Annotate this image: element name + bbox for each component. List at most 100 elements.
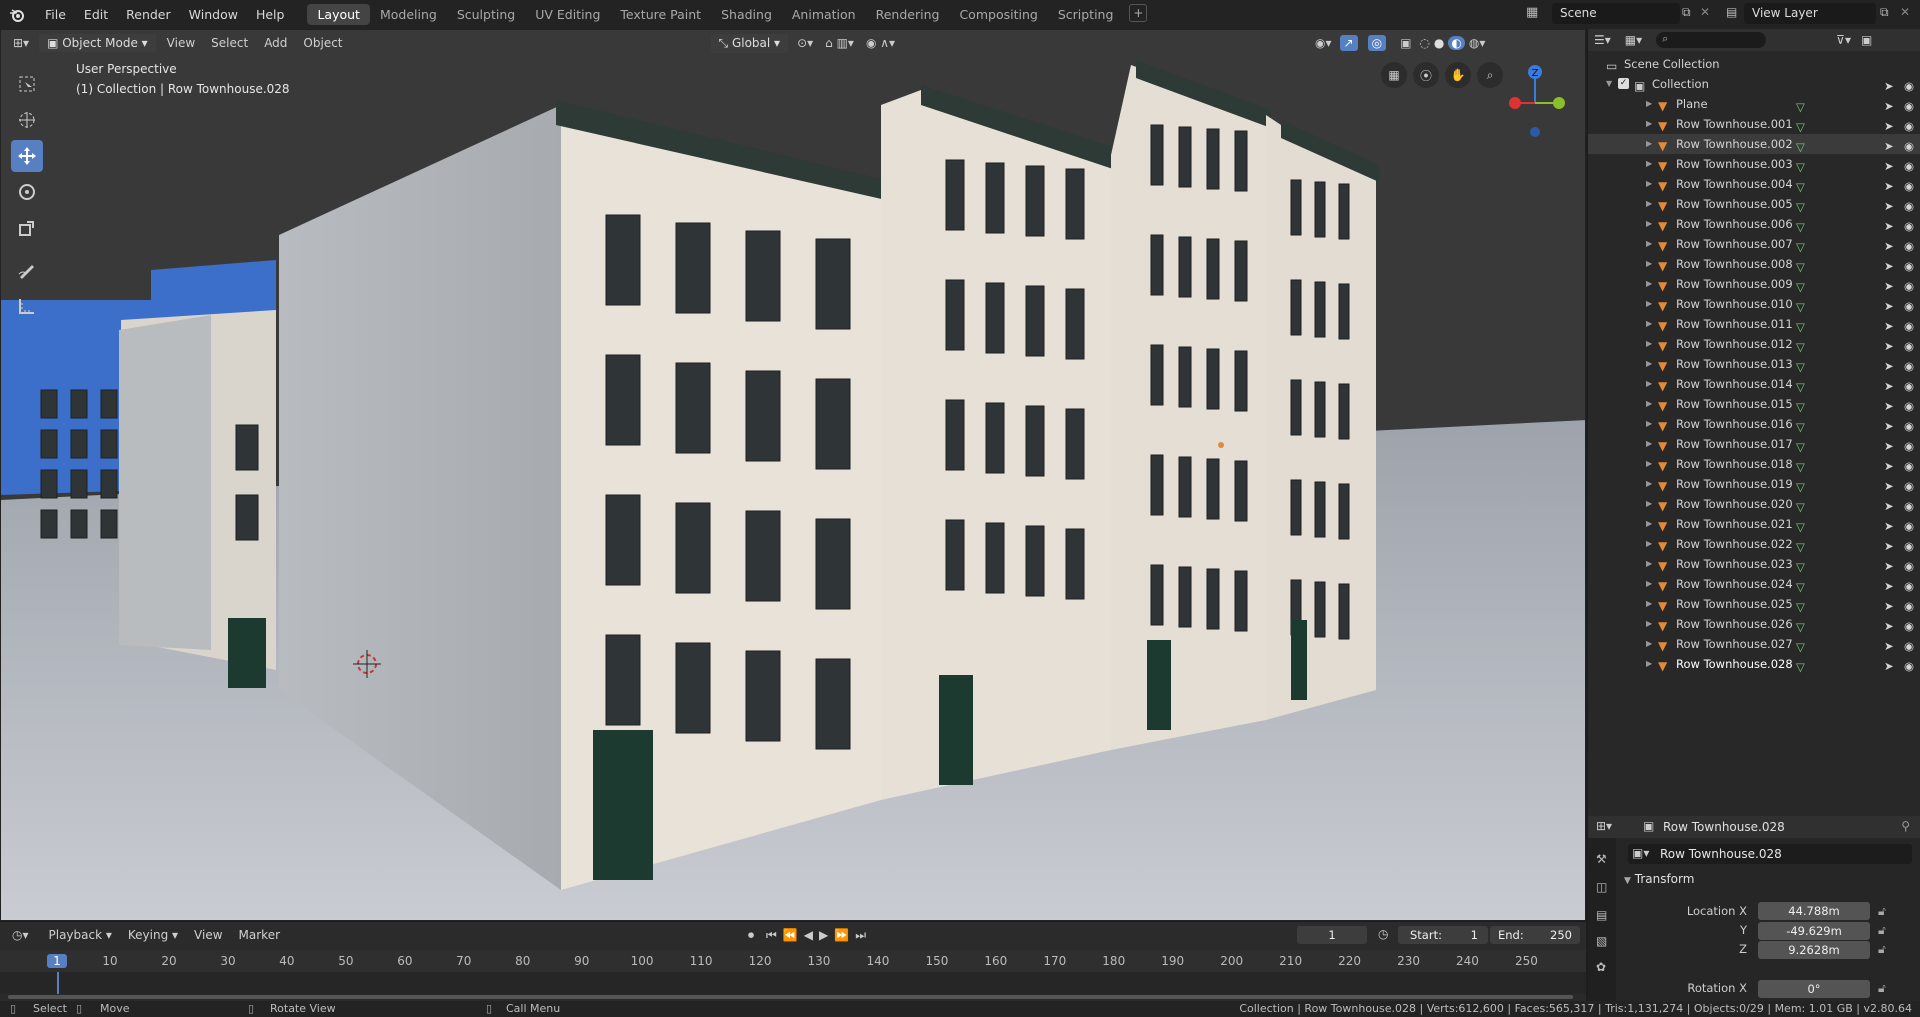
object-name-field[interactable]: ▣▾ Row Townhouse.028 xyxy=(1628,844,1912,864)
camera-view-icon[interactable]: ⦿ xyxy=(1413,62,1439,88)
gizmo-toggle-icon[interactable]: ↗ xyxy=(1339,35,1358,51)
selectable-icon[interactable]: ➤ xyxy=(1884,556,1894,576)
wireframe-shading-icon[interactable]: ◌ xyxy=(1419,36,1429,50)
selectable-icon[interactable]: ➤ xyxy=(1884,636,1894,656)
selectable-icon[interactable]: ➤ xyxy=(1884,436,1894,456)
play-reverse-icon[interactable]: ◀ xyxy=(804,928,813,942)
outliner-item[interactable]: ▶ ▼ Row Townhouse.017 ▽ ➤ ◉ xyxy=(1588,434,1920,454)
outliner-item[interactable]: ▶ ▼ Row Townhouse.012 ▽ ➤ ◉ xyxy=(1588,334,1920,354)
menu-help[interactable]: Help xyxy=(247,7,294,22)
eye-icon[interactable]: ◉ xyxy=(1904,76,1914,96)
mesh-data-icon[interactable]: ▽ xyxy=(1796,657,1805,677)
outliner-item[interactable]: ▶ ▼ Row Townhouse.008 ▽ ➤ ◉ xyxy=(1588,254,1920,274)
expand-arrow-icon[interactable]: ▶ xyxy=(1646,494,1652,514)
move-tool-icon[interactable] xyxy=(11,140,43,172)
end-frame-field[interactable]: End: 250 xyxy=(1490,926,1580,944)
tab-compositing[interactable]: Compositing xyxy=(949,4,1047,25)
scale-tool-icon[interactable] xyxy=(11,212,43,244)
object-data-icon[interactable]: ▣ xyxy=(1643,819,1654,833)
scene-tab-icon[interactable]: ✿ xyxy=(1596,960,1606,974)
new-scene-icon[interactable]: ⧉ xyxy=(1682,5,1691,20)
expand-arrow-icon[interactable]: ▶ xyxy=(1646,654,1652,674)
timeline-editor-icon[interactable]: ◷▾ xyxy=(12,928,29,942)
add-menu[interactable]: Add xyxy=(256,36,295,50)
selectable-icon[interactable]: ➤ xyxy=(1884,536,1894,556)
selectable-icon[interactable]: ➤ xyxy=(1884,376,1894,396)
selectable-icon[interactable]: ➤ xyxy=(1884,596,1894,616)
expand-arrow-icon[interactable]: ▶ xyxy=(1646,354,1652,374)
next-keyframe-icon[interactable]: ⏩ xyxy=(834,928,849,942)
select-menu[interactable]: Select xyxy=(203,36,256,50)
eye-icon[interactable]: ◉ xyxy=(1904,556,1914,576)
expand-arrow-icon[interactable]: ▶ xyxy=(1646,194,1652,214)
delete-view-layer-icon[interactable]: ✕ xyxy=(1900,5,1910,19)
selectable-icon[interactable]: ➤ xyxy=(1884,356,1894,376)
outliner-item[interactable]: ▶ ▼ Row Townhouse.014 ▽ ➤ ◉ xyxy=(1588,374,1920,394)
exclude-checkbox[interactable]: ✓ xyxy=(1618,78,1629,89)
tab-scripting[interactable]: Scripting xyxy=(1048,4,1124,25)
eye-icon[interactable]: ◉ xyxy=(1904,416,1914,436)
outliner-item[interactable]: ▶ ▼ Row Townhouse.026 ▽ ➤ ◉ xyxy=(1588,614,1920,634)
outliner-item[interactable]: ▶ ▼ Row Townhouse.028 ▽ ➤ ◉ xyxy=(1588,654,1920,674)
expand-arrow-icon[interactable]: ▶ xyxy=(1646,534,1652,554)
timeline-view-menu[interactable]: View xyxy=(186,928,230,942)
view-layer-tab-icon[interactable]: ▧ xyxy=(1596,934,1607,948)
rotation-x-field[interactable]: 0° xyxy=(1758,980,1870,998)
expand-arrow-icon[interactable]: ▶ xyxy=(1646,274,1652,294)
menu-window[interactable]: Window xyxy=(180,7,247,22)
tab-modeling[interactable]: Modeling xyxy=(370,4,447,25)
expand-arrow-icon[interactable]: ▶ xyxy=(1646,314,1652,334)
eye-icon[interactable]: ◉ xyxy=(1904,156,1914,176)
properties-editor-icon[interactable]: ⊞▾ xyxy=(1596,819,1612,833)
tab-shading[interactable]: Shading xyxy=(711,4,782,25)
frame-ruler[interactable]: 1 10 20 30 40 50 60 70 80 90 100 110 120 130 140 150 160… xyxy=(0,950,1586,972)
expand-arrow-icon[interactable]: ▶ xyxy=(1646,334,1652,354)
lock-icon[interactable]: 🔓︎ xyxy=(1878,923,1886,938)
expand-arrow-icon[interactable]: ▶ xyxy=(1646,234,1652,254)
outliner-item[interactable]: ▶ ▼ Row Townhouse.009 ▽ ➤ ◉ xyxy=(1588,274,1920,294)
jump-start-icon[interactable]: ⏮ xyxy=(766,928,777,943)
selectable-icon[interactable]: ➤ xyxy=(1884,496,1894,516)
grid-view-icon[interactable]: ▦ xyxy=(1381,62,1407,88)
rendered-shading-icon[interactable]: ◍▾ xyxy=(1469,36,1486,50)
outliner-item[interactable]: ▶ ▼ Row Townhouse.006 ▽ ➤ ◉ xyxy=(1588,214,1920,234)
transform-panel-header[interactable]: ▼ Transform xyxy=(1624,872,1920,892)
pan-hand-icon[interactable]: ✋ xyxy=(1445,62,1471,88)
selectable-icon[interactable]: ➤ xyxy=(1884,416,1894,436)
3d-viewport[interactable]: ⊞▾ ▣ Object Mode ▾ View Select Add Objec… xyxy=(0,29,1586,921)
xray-icon[interactable]: ▣ xyxy=(1400,36,1411,50)
menu-file[interactable]: File xyxy=(36,7,75,22)
tab-texture-paint[interactable]: Texture Paint xyxy=(610,4,711,25)
eye-icon[interactable]: ◉ xyxy=(1904,436,1914,456)
current-frame-field[interactable]: 1 xyxy=(1297,926,1367,944)
lock-icon[interactable]: 🔓︎ xyxy=(1878,904,1886,919)
axis-gizmo[interactable]: Z xyxy=(1501,60,1571,140)
filter-icon[interactable]: ⊽▾ xyxy=(1836,33,1851,47)
new-view-layer-icon[interactable]: ⧉ xyxy=(1880,5,1889,20)
display-mode-icon[interactable]: ▦▾ xyxy=(1625,33,1642,47)
eye-icon[interactable]: ◉ xyxy=(1904,536,1914,556)
zoom-icon[interactable]: ⌕ xyxy=(1477,62,1503,88)
location-y-field[interactable]: -49.629m xyxy=(1758,922,1870,940)
expand-arrow-icon[interactable]: ▶ xyxy=(1646,414,1652,434)
eye-icon[interactable]: ◉ xyxy=(1904,116,1914,136)
tool-tab-icon[interactable]: ⚒ xyxy=(1596,852,1607,866)
new-collection-icon[interactable]: ▣ xyxy=(1861,33,1872,47)
selectable-icon[interactable]: ➤ xyxy=(1884,256,1894,276)
eye-icon[interactable]: ◉ xyxy=(1904,596,1914,616)
eye-icon[interactable]: ◉ xyxy=(1904,516,1914,536)
outliner-item[interactable]: ▶ ▼ Row Townhouse.016 ▽ ➤ ◉ xyxy=(1588,414,1920,434)
expand-arrow-icon[interactable]: ▶ xyxy=(1646,174,1652,194)
tab-animation[interactable]: Animation xyxy=(782,4,866,25)
view-layer-field[interactable]: View Layer xyxy=(1744,3,1876,24)
visibility-icon[interactable]: ◉▾ xyxy=(1315,36,1332,50)
menu-edit[interactable]: Edit xyxy=(75,7,117,22)
selectable-icon[interactable]: ➤ xyxy=(1884,116,1894,136)
outliner-search-input[interactable]: ⌕ xyxy=(1656,32,1767,48)
eye-icon[interactable]: ◉ xyxy=(1904,296,1914,316)
eye-icon[interactable]: ◉ xyxy=(1904,616,1914,636)
selectable-icon[interactable]: ➤ xyxy=(1884,156,1894,176)
eye-icon[interactable]: ◉ xyxy=(1904,476,1914,496)
eye-icon[interactable]: ◉ xyxy=(1904,376,1914,396)
menu-render[interactable]: Render xyxy=(117,7,180,22)
